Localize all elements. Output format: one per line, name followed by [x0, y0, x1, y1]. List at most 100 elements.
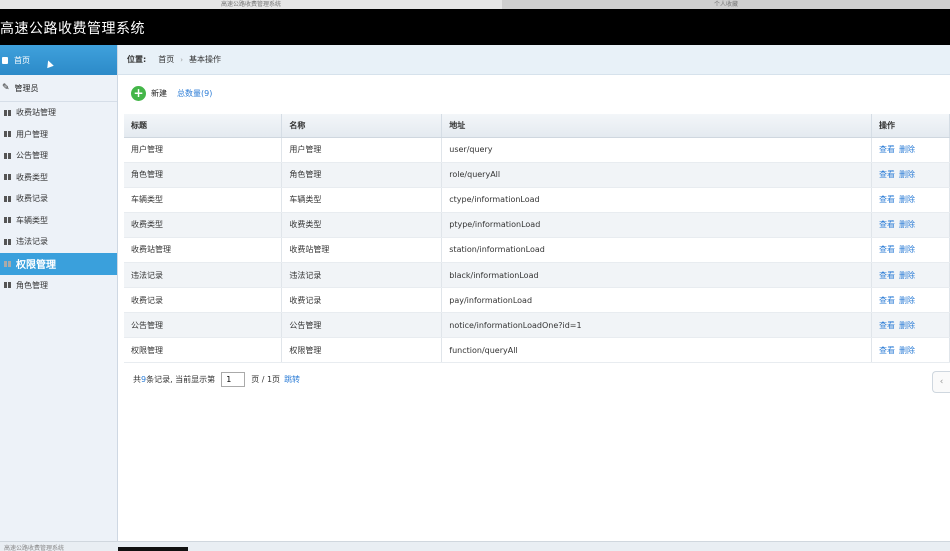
sidebar-home[interactable]: 首页 ▲ [0, 45, 117, 75]
browser-tab-1[interactable]: 高速公路收费管理系统 [0, 0, 502, 9]
list-icon [4, 195, 11, 202]
view-link[interactable]: 查看 [879, 245, 895, 254]
cell-title: 车辆类型 [124, 187, 283, 213]
add-icon[interactable]: + [131, 85, 146, 101]
cell-address: notice/informationLoadOne?id=1 [441, 312, 873, 339]
cell-address: role/queryAll [441, 162, 873, 188]
prev-page-button[interactable]: ‹ [932, 371, 950, 393]
sidebar-item[interactable]: 收费站管理 [0, 102, 117, 124]
sidebar-item[interactable]: 角色管理 [0, 275, 117, 297]
cell-name: 角色管理 [281, 162, 443, 188]
taskbar-block [118, 547, 188, 551]
list-icon [4, 238, 11, 245]
breadcrumb-separator: › [180, 55, 184, 64]
cell-address: black/informationLoad [441, 262, 873, 289]
delete-link[interactable]: 删除 [899, 195, 915, 204]
sidebar-item[interactable]: 车辆类型 [0, 210, 117, 232]
view-link[interactable]: 查看 [879, 170, 895, 179]
view-link[interactable]: 查看 [879, 145, 895, 154]
sidebar-home-label: 首页 [14, 55, 30, 65]
table-row: 违法记录 违法记录 black/informationLoad 查看 删除 [124, 262, 950, 289]
sidebar-item-label: 车辆类型 [16, 215, 48, 225]
cell-actions: 查看 删除 [871, 187, 950, 213]
browser-tab-2[interactable]: 个人收藏 [502, 0, 950, 9]
cell-name: 车辆类型 [281, 187, 443, 213]
cell-actions: 查看 删除 [871, 287, 950, 314]
cell-name: 违法记录 [281, 262, 443, 289]
list-icon [4, 282, 11, 289]
sidebar-item[interactable]: 收费记录 [0, 188, 117, 210]
app-header: 高速公路收费管理系统 [0, 9, 950, 45]
cell-actions: 查看 删除 [871, 312, 950, 339]
sidebar-item-label: 权限管理 [16, 260, 56, 271]
cell-title: 收费站管理 [124, 237, 283, 263]
page-number-input[interactable] [221, 372, 246, 387]
delete-link[interactable]: 删除 [899, 170, 915, 179]
table-row: 收费类型 收费类型 ptype/informationLoad 查看 删除 [124, 212, 950, 238]
breadcrumb-current: 基本操作 [189, 55, 222, 64]
taskbar-item[interactable]: 高速公路收费管理系统 [0, 543, 64, 551]
sidebar-item[interactable]: 违法记录 [0, 231, 117, 253]
view-link[interactable]: 查看 [879, 220, 895, 229]
table-body: 用户管理 用户管理 user/query 查看 删除 角色管理 角色管理 role/query… [124, 137, 950, 364]
cell-address: pay/informationLoad [441, 287, 873, 314]
jump-link[interactable]: 跳转 [284, 374, 300, 385]
table-row: 收费站管理 收费站管理 station/informationLoad 查看 删除 [124, 237, 950, 263]
table-row: 收费记录 收费记录 pay/informationLoad 查看 删除 [124, 287, 950, 314]
list-icon [4, 152, 11, 159]
sidebar-item[interactable]: 权限管理 [0, 252, 117, 275]
view-link[interactable]: 查看 [879, 346, 895, 355]
delete-link[interactable]: 删除 [899, 271, 915, 280]
total-count-link[interactable]: 总数量(9) [177, 88, 212, 99]
sidebar-item[interactable]: 收费类型 [0, 167, 117, 189]
sidebar-section-label: 管理员 [14, 83, 39, 93]
pencil-icon: ✎ [2, 83, 10, 93]
sidebar-item-label: 收费站管理 [16, 108, 56, 118]
cell-title: 收费类型 [124, 212, 283, 238]
sidebar: 首页 ▲ ✎ 管理员 收费站管理用户管理 公告管理 收费类型收费记录车辆类型违法记录… [0, 45, 118, 541]
taskbar: 高速公路收费管理系统 [0, 541, 950, 551]
delete-link[interactable]: 删除 [899, 145, 915, 154]
cell-name: 权限管理 [281, 337, 443, 364]
toolbar: + 新建 总数量(9) [131, 84, 212, 102]
cell-title: 用户管理 [124, 137, 283, 163]
delete-link[interactable]: 删除 [899, 346, 915, 355]
main-content: 位置: 首页 › 基本操作 + 新建 总数量(9) 标题 名称 地址 操作 用户… [118, 45, 950, 541]
list-icon [4, 174, 11, 181]
sidebar-item-label: 违法记录 [16, 237, 48, 247]
delete-link[interactable]: 删除 [899, 296, 915, 305]
delete-link[interactable]: 删除 [899, 321, 915, 330]
cell-title: 公告管理 [124, 312, 283, 339]
table-row: 权限管理 权限管理 function/queryAll 查看 删除 [124, 337, 950, 364]
pagination: 共 9 条记录, 当前显示第 页 / 1页 跳转 [133, 372, 300, 387]
delete-link[interactable]: 删除 [899, 245, 915, 254]
view-link[interactable]: 查看 [879, 195, 895, 204]
view-link[interactable]: 查看 [879, 321, 895, 330]
sidebar-item-label: 收费记录 [16, 194, 48, 204]
sidebar-section-admin[interactable]: ✎ 管理员 [0, 75, 117, 102]
cell-actions: 查看 删除 [871, 137, 950, 163]
cell-actions: 查看 删除 [871, 262, 950, 289]
cell-actions: 查看 删除 [871, 237, 950, 263]
cell-title: 违法记录 [124, 262, 283, 289]
pager-mid: 条记录, 当前显示第 [146, 375, 216, 384]
view-link[interactable]: 查看 [879, 296, 895, 305]
view-link[interactable]: 查看 [879, 271, 895, 280]
cell-address: ctype/informationLoad [441, 187, 873, 213]
breadcrumb-home[interactable]: 首页 [158, 54, 174, 65]
table-header-row: 标题 名称 地址 操作 [124, 114, 950, 138]
permissions-table: 标题 名称 地址 操作 用户管理 用户管理 user/query 查看 删除 角色管理 角色… [124, 114, 950, 364]
cell-address: station/informationLoad [441, 237, 873, 263]
cell-name: 收费类型 [281, 212, 443, 238]
browser-tabbar: 高速公路收费管理系统 个人收藏 [0, 0, 950, 9]
cell-address: function/queryAll [441, 337, 873, 364]
cell-name: 用户管理 [281, 137, 443, 163]
sidebar-item[interactable]: 公告管理 [0, 145, 117, 167]
sidebar-menu: 收费站管理用户管理 公告管理 收费类型收费记录车辆类型违法记录权限管理角色管理 [0, 102, 117, 296]
new-button[interactable]: 新建 [151, 88, 167, 99]
table-row: 公告管理 公告管理 notice/informationLoadOne?id=1 查看… [124, 312, 950, 339]
delete-link[interactable]: 删除 [899, 220, 915, 229]
column-header-name: 名称 [281, 114, 443, 138]
sidebar-item[interactable]: 用户管理 [0, 124, 117, 146]
cell-name: 收费记录 [281, 287, 443, 314]
